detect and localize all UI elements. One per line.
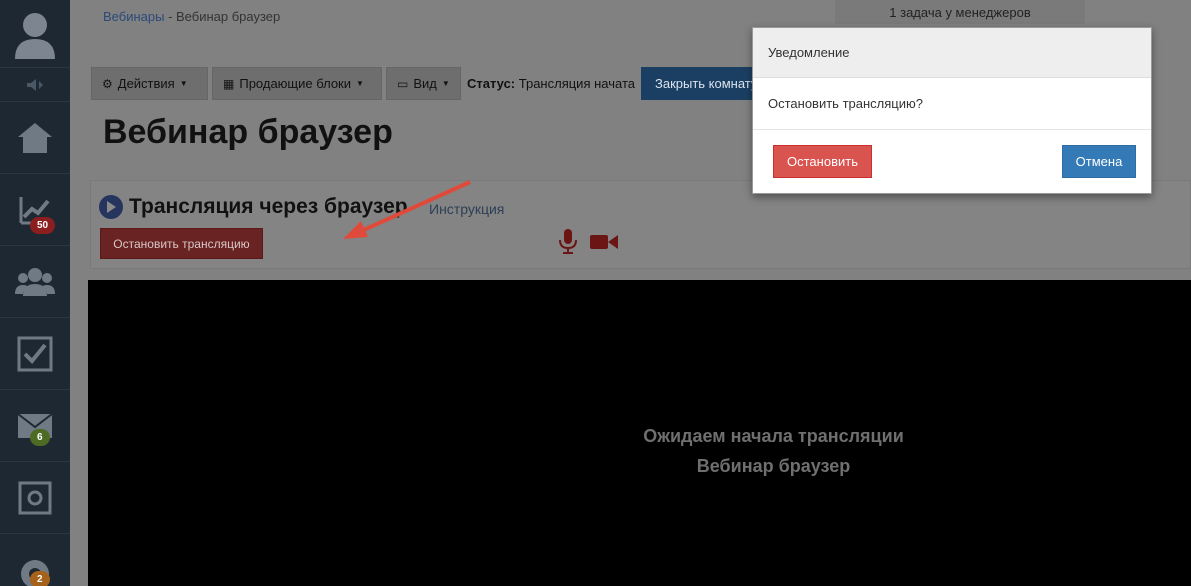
grid-icon: ▦: [223, 76, 235, 91]
play-icon: [99, 195, 123, 219]
user-avatar[interactable]: [0, 0, 70, 68]
status-value: Трансляция начата: [518, 76, 635, 91]
sidebar: 50 6 2: [0, 0, 70, 586]
sidebar-item-tasks[interactable]: [0, 319, 70, 390]
user-icon: [15, 12, 55, 59]
sidebar-item-users[interactable]: [0, 247, 70, 318]
caret-down-icon: ▼: [356, 79, 364, 88]
sidebar-collapse-toggle[interactable]: [0, 68, 70, 102]
stats-badge: 50: [30, 217, 56, 234]
page-title: Вебинар браузер: [103, 113, 393, 151]
sidebar-item-safe[interactable]: [0, 463, 70, 534]
modal-header: Уведомление: [753, 28, 1151, 78]
selling-blocks-dropdown[interactable]: ▦ Продающие блоки ▼: [212, 67, 382, 100]
confirm-stop-button[interactable]: Остановить: [773, 145, 872, 178]
breadcrumb-separator: -: [164, 9, 177, 24]
messages-badge: 6: [30, 429, 50, 446]
home-icon: [18, 123, 52, 153]
manager-tasks-label: 1 задача у менеджеров: [889, 4, 1031, 20]
breadcrumb: Вебинары - Вебинар браузер: [103, 9, 280, 24]
confirm-modal: Уведомление Остановить трансляцию? Остан…: [752, 27, 1152, 194]
sidebar-item-messages[interactable]: 6: [0, 391, 70, 462]
safe-icon: [18, 481, 52, 515]
actions-label: Действия: [117, 76, 175, 91]
video-waiting-text: Ожидаем начала трансляции: [643, 426, 904, 446]
close-room-button[interactable]: Закрыть комнату: [641, 67, 756, 100]
checkbox-icon: [17, 336, 53, 372]
view-dropdown[interactable]: ▭ Вид ▼: [386, 67, 461, 100]
sidebar-item-home[interactable]: [0, 103, 70, 174]
speaker-icon: [27, 78, 43, 91]
gears-icon: ⚙: [102, 76, 113, 91]
annotation-arrow: [343, 180, 471, 239]
cancel-button[interactable]: Отмена: [1062, 145, 1136, 178]
actions-dropdown[interactable]: ⚙ Действия ▼: [91, 67, 208, 100]
modal-footer: Остановить Отмена: [753, 130, 1151, 193]
stop-broadcast-button[interactable]: Остановить трансляцию: [100, 228, 263, 259]
close-room-label: Закрыть комнату: [655, 76, 756, 91]
video-webinar-name: Вебинар браузер: [696, 456, 851, 476]
manager-tasks-indicator[interactable]: 1 задача у менеджеров: [835, 0, 1085, 24]
monitor-icon: ▭: [397, 76, 409, 91]
camera-icon[interactable]: [590, 233, 618, 256]
video-player[interactable]: Ожидаем начала трансляции Вебинар браузе…: [88, 280, 1191, 586]
microphone-icon[interactable]: [558, 229, 578, 260]
modal-body: Остановить трансляцию?: [753, 78, 1151, 130]
modal-title: Уведомление: [768, 45, 850, 60]
users-icon: [15, 268, 55, 296]
caret-down-icon: ▼: [441, 79, 450, 88]
modal-message: Остановить трансляцию?: [768, 96, 923, 111]
view-label: Вид: [413, 76, 437, 91]
breadcrumb-current: Вебинар браузер: [176, 9, 281, 24]
sidebar-item-stats[interactable]: 50: [0, 175, 70, 246]
status-key: Статус:: [467, 76, 516, 91]
broadcast-status: Статус: Трансляция начата: [467, 76, 635, 91]
support-badge: 2: [30, 571, 50, 586]
caret-down-icon: ▼: [179, 79, 188, 88]
sidebar-item-support[interactable]: 2: [0, 535, 70, 586]
breadcrumb-webinars-link[interactable]: Вебинары: [103, 9, 164, 24]
selling-blocks-label: Продающие блоки: [239, 76, 351, 91]
